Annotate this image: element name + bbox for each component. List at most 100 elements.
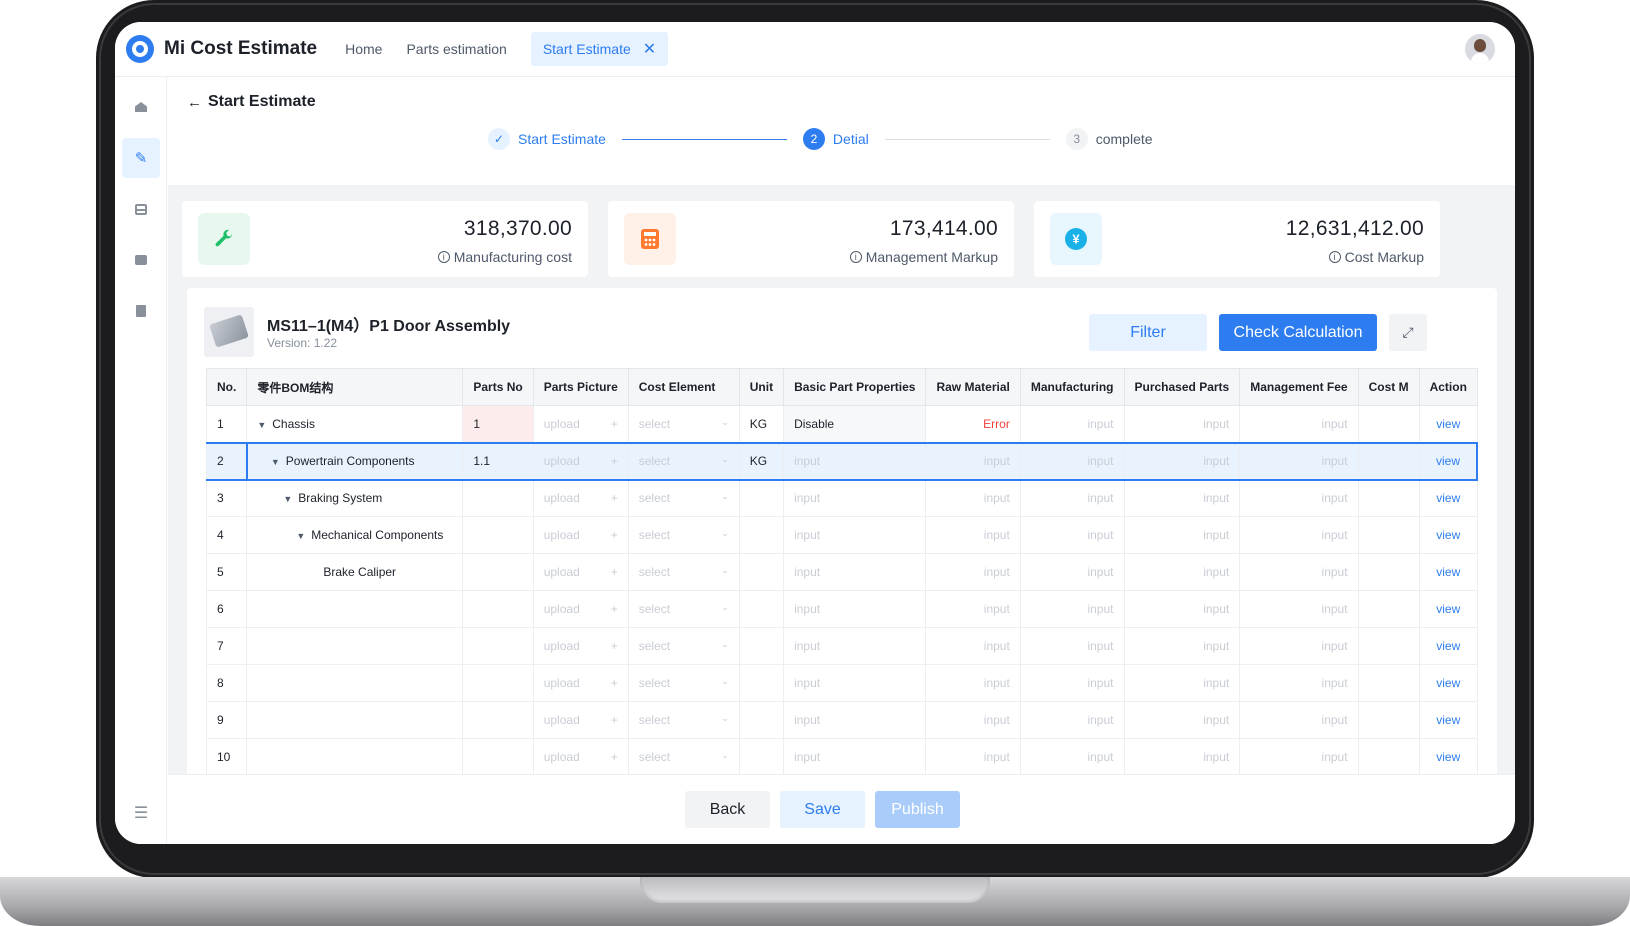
sidebar-item-monitor[interactable] (122, 240, 160, 280)
sidebar-item-edit[interactable]: ✎ (122, 138, 160, 178)
close-icon[interactable]: ✕ (643, 39, 656, 59)
raw-material-input[interactable]: input (925, 516, 1021, 554)
parts-no-cell[interactable] (462, 553, 534, 591)
upload-cell[interactable]: upload + (532, 516, 629, 554)
management-fee-input[interactable]: input (1239, 664, 1359, 702)
view-link[interactable]: view (1418, 738, 1478, 776)
raw-material-input[interactable]: input (925, 441, 1021, 481)
raw-material-input[interactable]: input (925, 738, 1021, 776)
cost-markup-cell[interactable] (1357, 627, 1420, 665)
cost-element-select[interactable]: select ⌄ (627, 516, 740, 554)
caret-down-icon[interactable]: ▼ (271, 457, 280, 467)
manufacturing-input[interactable]: input (1019, 553, 1125, 591)
cost-element-select[interactable]: select ⌄ (627, 701, 740, 739)
cost-element-select[interactable]: select ⌄ (627, 590, 740, 628)
bom-name-cell[interactable] (246, 590, 464, 628)
bom-name-cell[interactable]: ▼ Braking System (246, 479, 464, 517)
basic-properties-input[interactable]: input (783, 553, 927, 591)
tab-start-estimate[interactable]: Start Estimate ✕ (530, 32, 669, 66)
purchased-parts-input[interactable]: input (1123, 701, 1241, 739)
cost-element-select[interactable]: select ⌄ (627, 738, 740, 776)
bom-name-cell[interactable]: Brake Caliper (246, 553, 464, 591)
parts-no-cell[interactable] (462, 738, 534, 776)
upload-cell[interactable]: upload + (532, 441, 629, 481)
cost-markup-cell[interactable] (1357, 441, 1420, 481)
management-fee-input[interactable]: input (1239, 701, 1359, 739)
basic-properties-input[interactable]: input (783, 479, 927, 517)
nav-parts-estimation[interactable]: Parts estimation (406, 41, 506, 57)
cost-markup-cell[interactable] (1357, 590, 1420, 628)
view-link[interactable]: view (1418, 441, 1479, 481)
cost-element-select[interactable]: select ⌄ (627, 441, 740, 481)
purchased-parts-input[interactable]: input (1123, 405, 1241, 443)
view-link[interactable]: view (1418, 479, 1478, 517)
purchased-parts-input[interactable]: input (1123, 553, 1241, 591)
cost-markup-cell[interactable] (1357, 664, 1420, 702)
nav-home[interactable]: Home (345, 41, 382, 57)
parts-no-cell[interactable] (462, 627, 534, 665)
upload-cell[interactable]: upload + (532, 479, 629, 517)
basic-properties-input[interactable]: input (783, 664, 927, 702)
management-fee-input[interactable]: input (1239, 590, 1359, 628)
raw-material-input[interactable]: input (925, 664, 1021, 702)
upload-cell[interactable]: upload + (532, 701, 629, 739)
purchased-parts-input[interactable]: input (1123, 627, 1241, 665)
basic-properties-input[interactable]: input (783, 627, 927, 665)
management-fee-input[interactable]: input (1239, 553, 1359, 591)
parts-no-cell[interactable]: 1.1 (462, 441, 534, 481)
raw-material-input[interactable]: input (925, 553, 1021, 591)
bom-name-cell[interactable]: ▼ Chassis (246, 405, 464, 443)
upload-cell[interactable]: upload + (532, 553, 629, 591)
upload-cell[interactable]: upload + (532, 664, 629, 702)
manufacturing-input[interactable]: input (1019, 516, 1125, 554)
parts-no-cell[interactable] (462, 664, 534, 702)
basic-properties-input[interactable]: input (783, 516, 927, 554)
info-icon[interactable]: i (849, 251, 862, 263)
bom-name-cell[interactable] (246, 664, 464, 702)
cost-element-select[interactable]: select ⌄ (627, 405, 740, 443)
manufacturing-input[interactable]: input (1019, 701, 1125, 739)
manufacturing-input[interactable]: input (1019, 738, 1125, 776)
manufacturing-input[interactable]: input (1019, 441, 1125, 481)
view-link[interactable]: view (1418, 590, 1478, 628)
parts-no-cell[interactable] (462, 701, 534, 739)
purchased-parts-input[interactable]: input (1123, 441, 1241, 481)
sidebar-item-document[interactable] (122, 291, 160, 331)
sidebar-item-table[interactable] (122, 189, 160, 229)
purchased-parts-input[interactable]: input (1123, 664, 1241, 702)
raw-material-input[interactable]: input (925, 627, 1021, 665)
back-title[interactable]: ← Start Estimate (187, 93, 316, 111)
info-icon[interactable]: i (1328, 251, 1341, 263)
view-link[interactable]: view (1418, 553, 1478, 591)
purchased-parts-input[interactable]: input (1123, 479, 1241, 517)
caret-down-icon[interactable]: ▼ (283, 494, 292, 504)
cost-element-select[interactable]: select ⌄ (627, 479, 740, 517)
management-fee-input[interactable]: input (1239, 405, 1359, 443)
upload-cell[interactable]: upload + (532, 590, 629, 628)
view-link[interactable]: view (1418, 405, 1478, 443)
publish-button[interactable]: Publish (875, 791, 960, 828)
cost-markup-cell[interactable] (1357, 701, 1420, 739)
raw-material-input[interactable]: input (925, 479, 1021, 517)
manufacturing-input[interactable]: input (1019, 590, 1125, 628)
bom-name-cell[interactable] (246, 701, 464, 739)
avatar[interactable] (1465, 34, 1495, 64)
manufacturing-input[interactable]: input (1019, 664, 1125, 702)
manufacturing-input[interactable]: input (1019, 405, 1125, 443)
manufacturing-input[interactable]: input (1019, 627, 1125, 665)
caret-down-icon[interactable]: ▼ (296, 531, 305, 541)
purchased-parts-input[interactable]: input (1123, 590, 1241, 628)
management-fee-input[interactable]: input (1239, 738, 1359, 776)
management-fee-input[interactable]: input (1239, 479, 1359, 517)
bom-name-cell[interactable]: ▼ Powertrain Components (245, 441, 464, 481)
cost-markup-cell[interactable] (1357, 738, 1420, 776)
parts-no-cell[interactable] (462, 479, 534, 517)
cost-markup-cell[interactable] (1357, 516, 1420, 554)
bom-name-cell[interactable] (246, 738, 464, 776)
cost-markup-cell[interactable] (1357, 553, 1420, 591)
cost-element-select[interactable]: select ⌄ (627, 664, 740, 702)
view-link[interactable]: view (1418, 627, 1478, 665)
view-link[interactable]: view (1418, 516, 1478, 554)
filter-button[interactable]: Filter (1089, 314, 1207, 351)
view-link[interactable]: view (1418, 664, 1478, 702)
